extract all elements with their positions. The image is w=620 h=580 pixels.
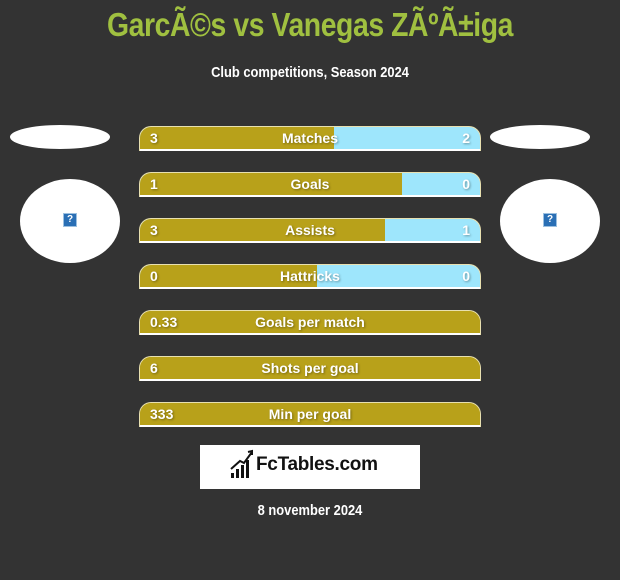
right-team-logo[interactable]: ? [500,179,600,263]
stat-label: Assists [285,222,335,238]
competition-subtitle: Club competitions, Season 2024 [211,64,409,81]
broken-image-icon: ? [543,213,557,227]
right-value: 1 [462,222,470,238]
stat-label: Matches [281,130,339,146]
stat-row-min-per-goal: 333 Min per goal [139,402,481,427]
left-team-logo[interactable]: ? [20,179,120,263]
bar-chart-trend-icon [230,449,253,478]
brand-name: FcTables.com [256,454,378,475]
stat-label: Min per goal [268,406,352,422]
stat-row-goals-per-match: 0.33 Goals per match [139,310,481,335]
stat-row-assists: 3 Assists 1 [139,218,481,243]
page-title: GarcÃ©s vs Vanegas ZÃºÃ±iga [107,6,513,43]
stat-label: Goals per match [255,314,365,330]
report-date: 8 november 2024 [257,502,363,519]
stat-row-goals: 1 Goals 0 [139,172,481,197]
stat-label: Hattricks [280,268,340,284]
fctables-logo[interactable]: FcTables.com [200,445,420,489]
right-value: 0 [462,268,470,284]
stat-label: Shots per goal [261,360,359,376]
broken-image-icon: ? [63,213,77,227]
right-team-name-placeholder [490,125,590,149]
left-team-name-placeholder [10,125,110,149]
stat-row-shots-per-goal: 6 Shots per goal [139,356,481,381]
right-value: 0 [462,176,470,192]
stat-row-hattricks: 0 Hattricks 0 [139,264,481,289]
stat-row-matches: 3 Matches 2 [139,126,481,151]
right-value: 2 [462,130,470,146]
stat-label: Goals [290,176,330,192]
